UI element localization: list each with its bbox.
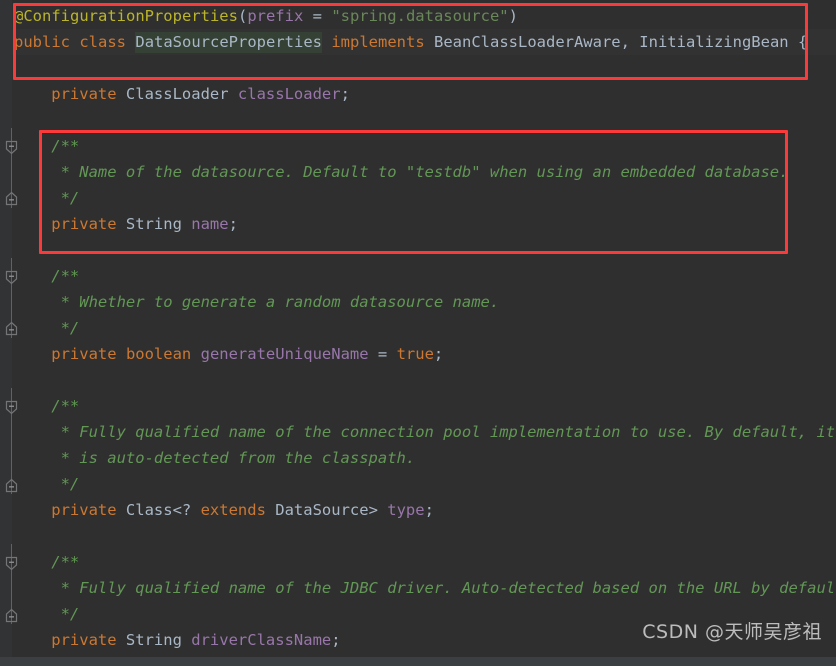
code-line[interactable]: public class DataSourceProperties implem…: [14, 29, 807, 55]
code-line[interactable]: */: [61, 601, 80, 627]
code-token: private: [51, 345, 117, 363]
code-token: */: [60, 319, 80, 337]
code-token: String: [116, 215, 192, 233]
code-token: */: [60, 605, 80, 623]
code-token: generateUniqueName: [200, 345, 369, 363]
code-token: private: [51, 215, 117, 233]
code-token: extends: [200, 501, 266, 519]
code-token: private: [51, 631, 117, 649]
code-line[interactable]: */: [61, 471, 80, 497]
code-token: * Fully qualified name of the connection…: [60, 423, 836, 441]
code-token: String: [116, 631, 192, 649]
fold-collapse-up-icon[interactable]: [5, 191, 18, 206]
code-line[interactable]: * Whether to generate a random datasourc…: [61, 289, 500, 315]
fold-collapse-up-icon[interactable]: [5, 321, 18, 336]
code-line[interactable]: */: [61, 315, 80, 341]
code-token: class: [79, 33, 127, 51]
code-token: type: [387, 501, 425, 519]
highlighted-identifier: DataSourceProperties: [135, 32, 322, 53]
code-token: ;: [331, 631, 341, 649]
code-token: public: [14, 33, 70, 51]
code-token: @ConfigurationProperties: [14, 7, 238, 25]
code-token: ;: [228, 215, 238, 233]
code-line[interactable]: private String driverClassName;: [51, 627, 340, 653]
bottom-strip: [0, 657, 836, 666]
watermark-text: CSDN @天师吴彦祖: [642, 621, 822, 643]
code-line[interactable]: /**: [51, 549, 79, 575]
code-line[interactable]: /**: [51, 263, 79, 289]
code-line[interactable]: private boolean generateUniqueName = tru…: [51, 341, 443, 367]
code-token: ClassLoader: [116, 85, 238, 103]
code-line[interactable]: */: [61, 185, 80, 211]
code-line[interactable]: /**: [51, 393, 79, 419]
code-token: private: [51, 501, 117, 519]
code-token: true: [396, 345, 434, 363]
code-line[interactable]: * Name of the datasource. Default to "te…: [61, 159, 789, 185]
code-token: */: [60, 189, 80, 207]
code-line[interactable]: @ConfigurationProperties(prefix = "sprin…: [14, 3, 518, 29]
code-token: * Fully qualified name of the JDBC drive…: [60, 579, 836, 597]
code-token: * Whether to generate a random datasourc…: [60, 293, 500, 311]
code-editor[interactable]: @ConfigurationProperties(prefix = "sprin…: [0, 0, 836, 666]
code-token: boolean: [125, 345, 192, 363]
fold-collapse-down-icon[interactable]: [5, 400, 18, 415]
code-line[interactable]: private ClassLoader classLoader;: [51, 81, 350, 107]
code-token: /**: [51, 553, 80, 571]
code-token: prefix: [247, 7, 304, 25]
code-token: name: [191, 215, 229, 233]
code-line[interactable]: * Fully qualified name of the JDBC drive…: [61, 575, 836, 601]
code-token: classLoader: [237, 85, 341, 103]
code-token: */: [60, 475, 80, 493]
code-token: /**: [51, 137, 80, 155]
fold-collapse-up-icon[interactable]: [5, 608, 18, 623]
code-token: driverClassName: [191, 631, 332, 649]
code-line[interactable]: private String name;: [51, 211, 238, 237]
fold-collapse-down-icon[interactable]: [5, 556, 18, 571]
code-token: Class<?: [116, 501, 201, 519]
code-token: (: [237, 7, 248, 25]
code-token: ): [508, 7, 518, 25]
code-line[interactable]: * Fully qualified name of the connection…: [61, 419, 836, 445]
code-token: ;: [433, 345, 444, 363]
code-token: "spring.datasource": [331, 7, 509, 25]
code-token: private: [51, 85, 117, 103]
code-token: implements: [331, 33, 425, 51]
code-line[interactable]: private Class<? extends DataSource> type…: [51, 497, 434, 523]
code-content[interactable]: @ConfigurationProperties(prefix = "sprin…: [0, 0, 836, 666]
code-token: /**: [51, 267, 80, 285]
code-line[interactable]: * is auto-detected from the classpath.: [61, 445, 416, 471]
code-token: =: [303, 7, 332, 25]
fold-collapse-down-icon[interactable]: [5, 270, 18, 285]
code-token: * is auto-detected from the classpath.: [60, 449, 416, 467]
fold-collapse-up-icon[interactable]: [5, 478, 18, 493]
code-token: * Name of the datasource. Default to "te…: [60, 163, 789, 181]
code-line[interactable]: /**: [51, 133, 79, 159]
code-token: =: [368, 345, 397, 363]
code-token: BeanClassLoaderAware, InitializingBean {: [424, 33, 808, 51]
fold-collapse-down-icon[interactable]: [5, 140, 18, 155]
code-token: ;: [424, 501, 434, 519]
code-token: DataSource>: [265, 501, 388, 519]
code-token: ;: [340, 85, 350, 103]
code-token: /**: [51, 397, 80, 415]
